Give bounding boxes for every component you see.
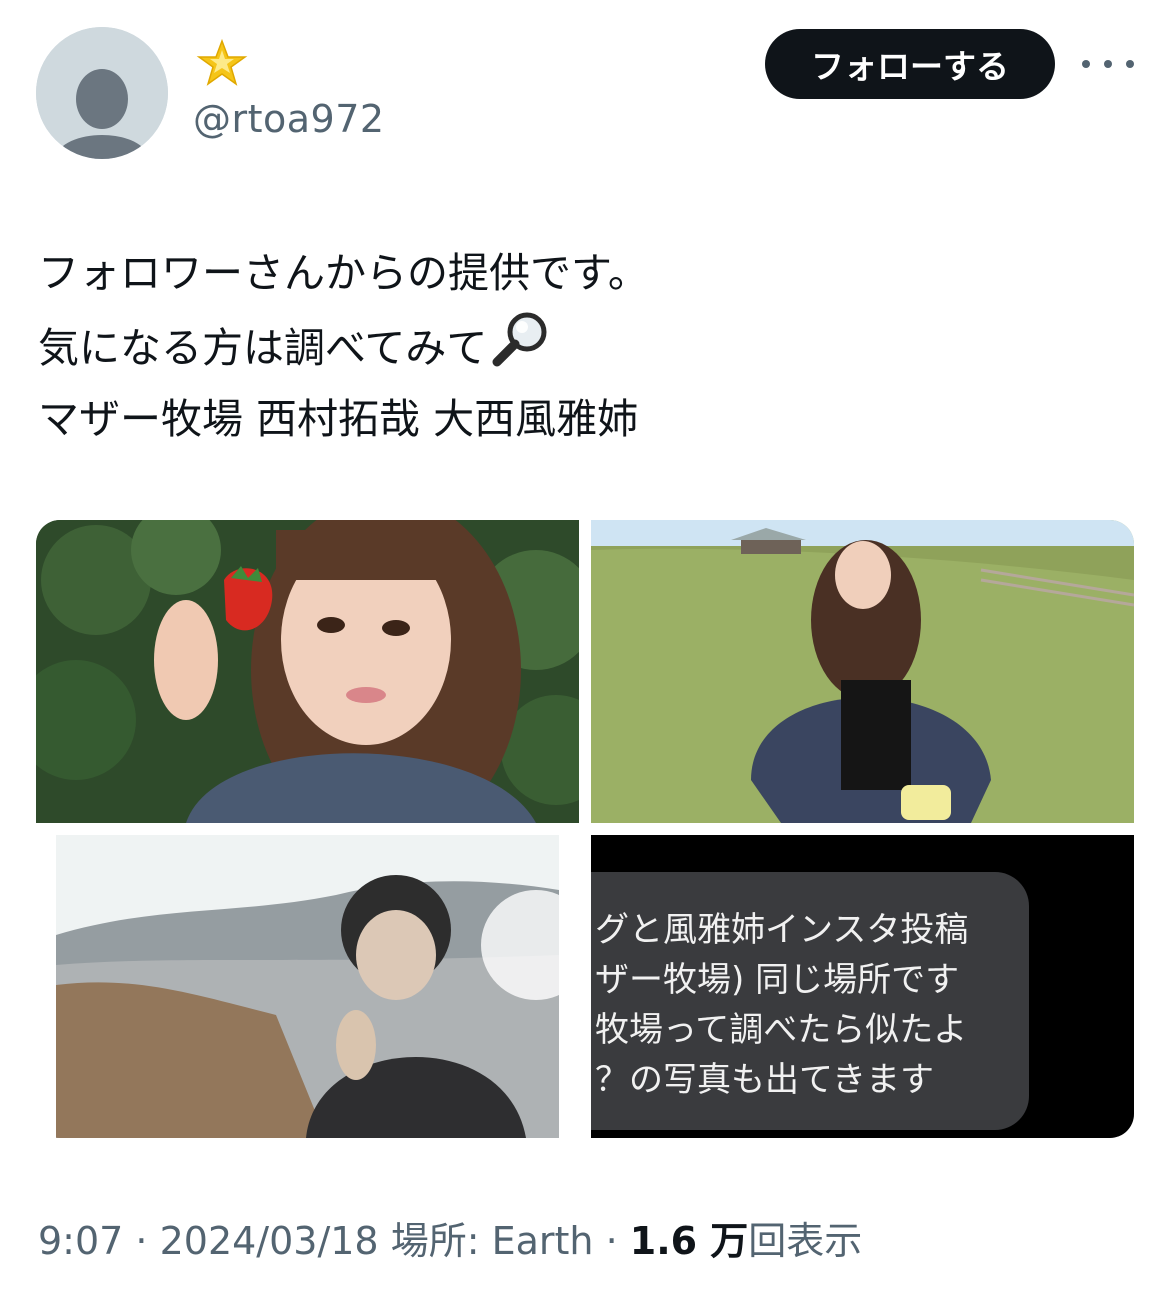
star-icon bbox=[196, 38, 248, 86]
avatar[interactable] bbox=[36, 27, 168, 159]
message-line-1: グと風雅姉インスタ投稿 bbox=[595, 910, 969, 950]
tweet-line-2: 気になる方は調べてみて bbox=[38, 310, 1128, 383]
default-avatar-icon bbox=[36, 27, 168, 159]
media-photo-2[interactable] bbox=[591, 520, 1134, 823]
tweet-location: 場所: Earth bbox=[378, 1219, 594, 1263]
tweet-line-2-text: 気になる方は調べてみて bbox=[38, 324, 488, 372]
separator-dot: · bbox=[123, 1219, 160, 1263]
view-count: 1.6 万 bbox=[629, 1219, 749, 1263]
tweet-line-1: フォロワーさんからの提供です。 bbox=[38, 249, 649, 297]
photo-image bbox=[591, 520, 1134, 823]
media-photo-3[interactable] bbox=[36, 835, 579, 1138]
ellipsis-icon bbox=[1104, 60, 1112, 68]
ellipsis-icon bbox=[1126, 60, 1134, 68]
view-label: 回表示 bbox=[748, 1219, 863, 1263]
user-handle[interactable]: @rtoa972 bbox=[193, 97, 385, 141]
message-line-4-text: ？の写真も出てきます bbox=[595, 1060, 934, 1100]
ellipsis-icon bbox=[1082, 60, 1090, 68]
photo-image bbox=[36, 520, 579, 823]
tweet-meta: 9:07 · 2024/03/18 場所: Earth · 1.6 万回表示 bbox=[38, 1210, 862, 1265]
message-line-3: 牧場って調べたら似たよ bbox=[595, 1010, 968, 1050]
separator-dot: · bbox=[593, 1219, 630, 1263]
media-photo-4-screenshot[interactable]: グと風雅姉インスタ投稿 ザー牧場) 同じ場所です 牧場って調べたら似たよ ？の写… bbox=[591, 835, 1134, 1138]
display-name-star-emoji[interactable] bbox=[196, 38, 248, 90]
photo-image bbox=[56, 835, 579, 1138]
follow-button[interactable]: フォローする bbox=[765, 29, 1055, 99]
tweet-text: フォロワーさんからの提供です。 気になる方は調べてみて マザー牧場 西村拓哉 大… bbox=[38, 237, 1128, 456]
media-photo-1[interactable] bbox=[36, 520, 579, 823]
tweet-date[interactable]: 2024/03/18 bbox=[160, 1219, 379, 1263]
tweet-time[interactable]: 9:07 bbox=[38, 1219, 123, 1263]
magnifier-icon bbox=[492, 312, 547, 367]
tweet-line-3: マザー牧場 西村拓哉 大西風雅姉 bbox=[38, 395, 639, 443]
message-line-4: ？の写真も出てきます bbox=[595, 1055, 1035, 1105]
more-options-button[interactable] bbox=[1082, 46, 1134, 82]
message-line-2: ザー牧場) 同じ場所です bbox=[595, 960, 960, 1000]
message-text: グと風雅姉インスタ投稿 ザー牧場) 同じ場所です 牧場って調べたら似たよ ？の写… bbox=[595, 905, 1035, 1105]
